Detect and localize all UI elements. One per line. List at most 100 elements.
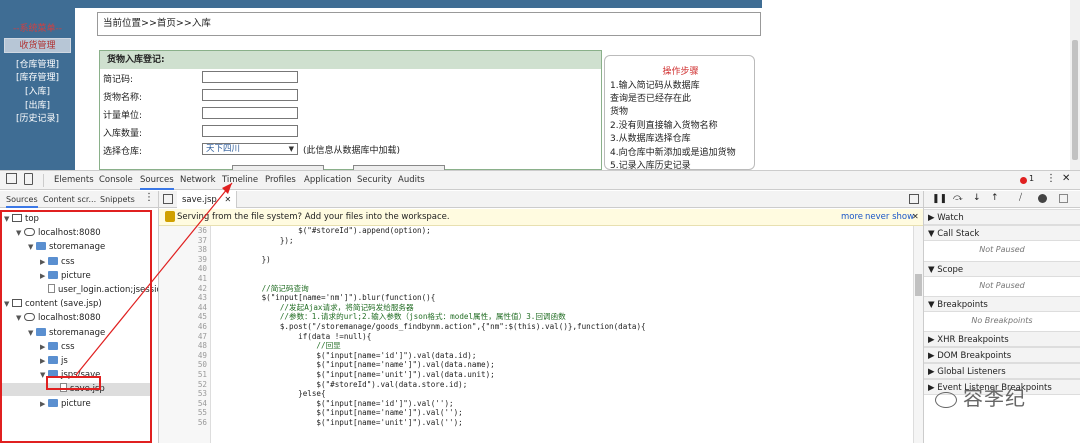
step-out-icon[interactable]: ↑ bbox=[991, 193, 999, 203]
line-number[interactable]: 52 bbox=[159, 380, 207, 390]
close-icon[interactable]: ✕ bbox=[912, 212, 919, 221]
inspect-icon[interactable] bbox=[6, 173, 17, 184]
tab-audits[interactable]: Audits bbox=[398, 171, 425, 190]
code-text: if(data !=null){ bbox=[225, 331, 372, 341]
subtab-snippets[interactable]: Snippets bbox=[100, 191, 135, 208]
divider bbox=[43, 174, 44, 187]
menu-item-history[interactable]: [历史记录] bbox=[0, 111, 75, 124]
xhr-breakpoints-section[interactable]: ▶ XHR Breakpoints bbox=[924, 331, 1080, 347]
unit-input[interactable] bbox=[202, 107, 298, 119]
dom-breakpoints-section[interactable]: ▶ DOM Breakpoints bbox=[924, 347, 1080, 363]
line-number[interactable]: 40 bbox=[159, 264, 207, 274]
editor-tab-save-jsp[interactable]: save.jsp ✕ bbox=[177, 191, 238, 208]
menu-item-outbound[interactable]: [出库] bbox=[0, 98, 75, 111]
scope-section[interactable]: ▼ Scope bbox=[924, 261, 1080, 277]
tab-profiles[interactable]: Profiles bbox=[265, 171, 296, 190]
call-stack-section[interactable]: ▼ Call Stack bbox=[924, 225, 1080, 241]
devtools: Elements Console Sources Network Timelin… bbox=[0, 170, 1080, 443]
more-vert-icon[interactable]: ⋮ bbox=[1046, 173, 1056, 184]
error-count: 1 bbox=[1029, 174, 1035, 183]
tab-application[interactable]: Application bbox=[304, 171, 352, 190]
line-number[interactable]: 36 bbox=[159, 226, 207, 236]
line-number[interactable]: 45 bbox=[159, 312, 207, 322]
code-line: 54 $("input[name='id']").val(''); bbox=[159, 399, 923, 409]
dom-breakpoints-label: DOM Breakpoints bbox=[937, 351, 1012, 361]
toggle-debugger-icon[interactable] bbox=[909, 194, 919, 204]
warehouse-select-value: 天下四川 bbox=[206, 144, 241, 154]
tab-network[interactable]: Network bbox=[180, 171, 216, 190]
code-line: 56 $("input[name='unit']").val(''); bbox=[159, 418, 923, 428]
line-number[interactable]: 51 bbox=[159, 370, 207, 380]
code-line: 50 $("input[name='name']").val(data.name… bbox=[159, 360, 923, 370]
line-number[interactable]: 55 bbox=[159, 408, 207, 418]
page-scrollbar-thumb[interactable] bbox=[1072, 40, 1078, 160]
deactivate-breakpoints-icon[interactable]: ⧸ bbox=[1019, 193, 1022, 203]
line-number[interactable]: 56 bbox=[159, 418, 207, 428]
annotation-highlight-box bbox=[0, 210, 152, 443]
close-icon[interactable]: ✕ bbox=[1062, 173, 1070, 184]
line-number[interactable]: 37 bbox=[159, 236, 207, 246]
left-menu: --系统菜单-- 收货管理 [仓库管理] [库存管理] [入库] [出库] [历… bbox=[0, 0, 75, 170]
line-number[interactable]: 54 bbox=[159, 399, 207, 409]
step-line: 3.从数据库选择仓库 bbox=[610, 134, 691, 144]
tab-elements[interactable]: Elements bbox=[54, 171, 94, 190]
line-number[interactable]: 53 bbox=[159, 389, 207, 399]
code-text: $("#storeId").append(option); bbox=[225, 226, 431, 235]
workspace-infobar: Serving from the file system? Add your f… bbox=[159, 209, 923, 226]
line-number[interactable]: 39 bbox=[159, 255, 207, 265]
line-number[interactable]: 38 bbox=[159, 245, 207, 255]
line-number[interactable]: 47 bbox=[159, 332, 207, 342]
device-toolbar-icon[interactable] bbox=[24, 173, 33, 185]
chevron-down-icon: ▼ bbox=[288, 145, 294, 153]
step-line: 查询是否已经存在此 bbox=[610, 94, 692, 104]
more-vert-icon[interactable]: ⋮ bbox=[144, 192, 154, 203]
async-checkbox[interactable] bbox=[1059, 194, 1068, 203]
warehouse-select[interactable]: 天下四川 ▼ bbox=[202, 143, 298, 155]
infobar-never-show-link[interactable]: never show bbox=[865, 209, 914, 226]
menu-item-receiving[interactable]: 收货管理 bbox=[4, 38, 71, 53]
editor-scrollbar-thumb[interactable] bbox=[915, 274, 922, 296]
tab-security[interactable]: Security bbox=[357, 171, 392, 190]
quantity-input[interactable] bbox=[202, 125, 298, 137]
pause-on-exceptions-icon[interactable] bbox=[1038, 194, 1047, 203]
warehouse-note: (此信息从数据库中加载) bbox=[303, 146, 401, 156]
tab-timeline[interactable]: Timeline bbox=[222, 171, 258, 190]
code-editor[interactable]: 36 $("#storeId").append(option); 37 }); 38… bbox=[159, 226, 923, 443]
top-banner bbox=[75, 0, 762, 8]
menu-item-stock[interactable]: [库存管理] bbox=[0, 70, 75, 83]
global-listeners-section[interactable]: ▶ Global Listeners bbox=[924, 363, 1080, 379]
tab-console[interactable]: Console bbox=[99, 171, 133, 190]
line-number[interactable]: 46 bbox=[159, 322, 207, 332]
close-icon[interactable]: ✕ bbox=[225, 195, 232, 204]
line-number[interactable]: 49 bbox=[159, 351, 207, 361]
line-number[interactable]: 43 bbox=[159, 293, 207, 303]
toggle-navigator-icon[interactable] bbox=[163, 194, 173, 204]
subtab-content-scripts[interactable]: Content scr... bbox=[43, 191, 96, 208]
line-number[interactable]: 41 bbox=[159, 274, 207, 284]
line-number[interactable]: 42 bbox=[159, 284, 207, 294]
tab-sources[interactable]: Sources bbox=[140, 171, 174, 190]
code-text: $("input[name='name']").val(data.name); bbox=[225, 360, 495, 370]
code-text: $.post("/storemanage/goods_findbynm.acti… bbox=[225, 321, 646, 331]
watch-section[interactable]: ▶ Watch bbox=[924, 209, 1080, 225]
code-line: 45 //参数：1.请求的url;2.输入参数（json格式：model属性，属… bbox=[159, 312, 923, 322]
menu-item-inbound[interactable]: [入库] bbox=[0, 84, 75, 97]
subtab-sources[interactable]: Sources bbox=[6, 191, 38, 208]
infobar-more-link[interactable]: more bbox=[841, 209, 863, 226]
step-over-icon[interactable]: ⤼ bbox=[953, 193, 963, 203]
code-line: 47 if(data !=null){ bbox=[159, 332, 923, 342]
form-header: 货物入库登记: bbox=[100, 51, 601, 69]
menu-item-warehouse[interactable]: [仓库管理] bbox=[0, 57, 75, 70]
error-icon[interactable] bbox=[1020, 177, 1027, 184]
line-number[interactable]: 44 bbox=[159, 303, 207, 313]
breakpoints-section[interactable]: ▼ Breakpoints bbox=[924, 296, 1080, 312]
editor-scrollbar[interactable] bbox=[913, 226, 923, 443]
goods-name-input[interactable] bbox=[202, 89, 298, 101]
step-into-icon[interactable]: ↓ bbox=[973, 193, 981, 203]
code-input[interactable] bbox=[202, 71, 298, 83]
line-number[interactable]: 50 bbox=[159, 360, 207, 370]
line-number[interactable]: 48 bbox=[159, 341, 207, 351]
code-line: 39 }) bbox=[159, 255, 923, 265]
pause-icon[interactable]: ❚❚ bbox=[932, 194, 947, 204]
code-line: 44 //发起Ajax请求，将简记码发给服务器 bbox=[159, 303, 923, 313]
